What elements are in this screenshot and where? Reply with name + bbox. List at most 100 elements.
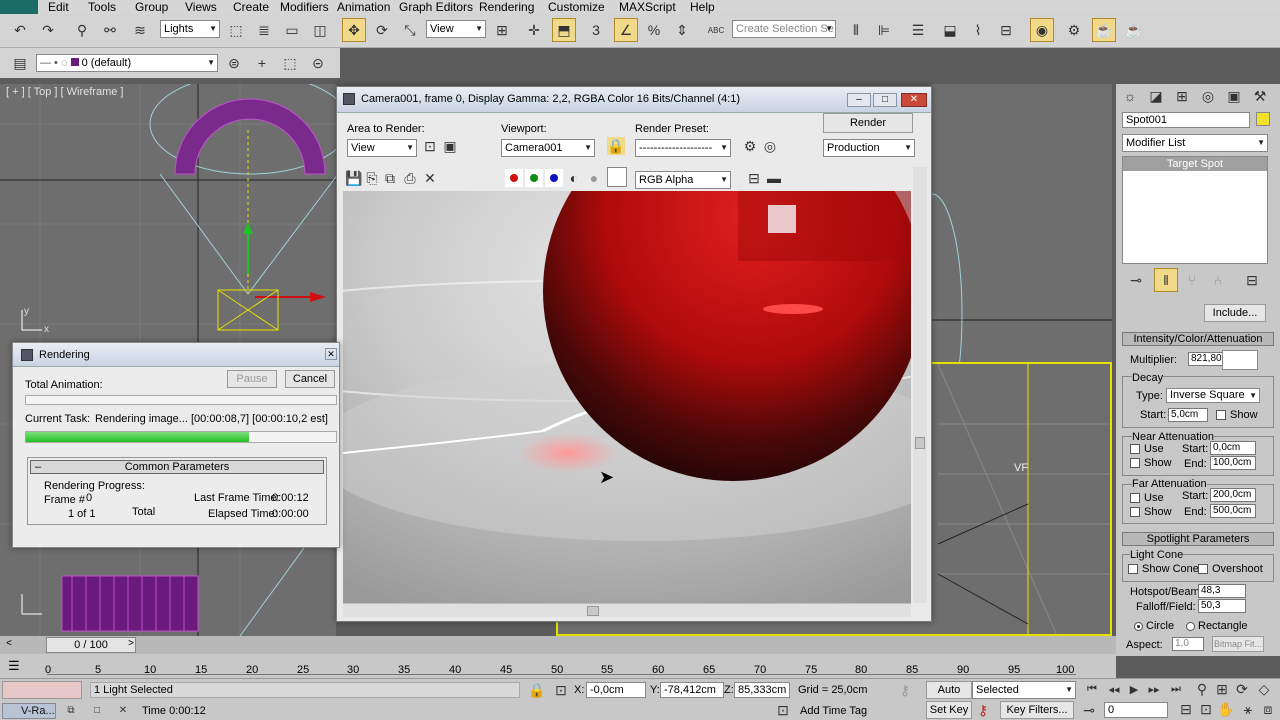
configure-sets-icon[interactable]: ⊟ xyxy=(1240,268,1264,292)
undo-icon[interactable]: ↶ xyxy=(8,18,32,42)
spotlight-rollout-header[interactable]: Spotlight Parameters xyxy=(1122,532,1274,546)
auto-key-button[interactable]: Auto Key xyxy=(926,681,972,712)
hierarchy-tab-icon[interactable]: ⊞ xyxy=(1170,84,1194,108)
horizontal-scroll-thumb[interactable] xyxy=(587,606,599,616)
go-to-end-icon[interactable]: ⏭ xyxy=(1166,679,1186,699)
rotate-icon[interactable]: ⟳ xyxy=(370,18,394,42)
render-button[interactable]: Render xyxy=(823,113,913,133)
area-to-render-dropdown[interactable]: View ▼ xyxy=(347,139,417,157)
far-show-checkbox[interactable]: Show xyxy=(1130,506,1172,518)
include-button[interactable]: Include... xyxy=(1204,304,1266,322)
move-icon[interactable]: ✥ xyxy=(342,18,366,42)
auto-region-icon[interactable]: ▣ xyxy=(441,137,459,155)
ref-coord-dropdown[interactable]: View ▼ xyxy=(426,20,486,38)
lock-selection-icon[interactable]: 🔒 xyxy=(528,681,546,699)
clear-image-icon[interactable]: ✕ xyxy=(421,169,439,187)
menu-edit[interactable]: Edit xyxy=(48,0,69,14)
object-name-field[interactable]: Spot001 xyxy=(1122,112,1250,128)
menu-help[interactable]: Help xyxy=(690,0,715,14)
close-button[interactable]: ✕ xyxy=(901,93,927,107)
link-icon[interactable]: ⚲ xyxy=(70,18,94,42)
green-channel-icon[interactable] xyxy=(525,169,543,187)
make-unique-icon[interactable]: ⑂ xyxy=(1180,268,1204,292)
create-layer-icon[interactable]: + xyxy=(250,51,274,75)
schematic-view-icon[interactable]: ⊟ xyxy=(994,18,1018,42)
horizontal-scrollbar[interactable] xyxy=(343,603,911,617)
menu-rendering[interactable]: Rendering xyxy=(479,0,534,14)
viewport-dropdown[interactable]: Camera001 ▼ xyxy=(501,139,595,157)
monochrome-icon[interactable]: ● xyxy=(585,169,603,187)
select-by-name-icon[interactable]: ≣ xyxy=(252,18,276,42)
vertical-scrollbar[interactable] xyxy=(913,167,927,603)
pin-stack-icon[interactable]: ⊸ xyxy=(1124,268,1148,292)
absolute-mode-icon[interactable]: ⊡ xyxy=(552,681,570,699)
maximize-small-icon[interactable]: □ xyxy=(88,701,106,719)
far-start-field[interactable]: 200,0cm xyxy=(1210,488,1256,502)
render-production-icon[interactable]: ☕ xyxy=(1122,18,1146,42)
menu-maxscript[interactable]: MAXScript xyxy=(619,0,676,14)
selection-filter-dropdown[interactable]: Lights ▼ xyxy=(160,20,220,38)
decay-type-dropdown[interactable]: Inverse Square ▼ xyxy=(1166,388,1260,403)
taskbar-item[interactable]: V-Ra... xyxy=(2,703,56,719)
percent-snap-icon[interactable]: % xyxy=(642,18,666,42)
rendering-close-icon[interactable]: ✕ xyxy=(325,348,337,360)
pan-icon[interactable]: ✋ xyxy=(1216,699,1236,719)
toggle-ui-overlay-icon[interactable]: ⊟ xyxy=(745,169,763,187)
vertical-scroll-thumb[interactable] xyxy=(915,437,925,449)
select-object-icon[interactable]: ⬚ xyxy=(224,18,248,42)
rendered-image[interactable]: ➤ xyxy=(343,191,911,603)
manipulate-icon[interactable]: ✛ xyxy=(522,18,546,42)
rect-selection-icon[interactable]: ▭ xyxy=(280,18,304,42)
maximize-viewport-icon[interactable]: ⧈ xyxy=(1258,699,1278,719)
falloff-field[interactable]: 50,3 xyxy=(1198,599,1246,613)
maxscript-listener-mini[interactable] xyxy=(2,681,82,699)
lock-viewport-icon[interactable]: 🔒 xyxy=(607,137,625,155)
zoom-region-icon[interactable]: ⊡ xyxy=(1196,699,1216,719)
copy-image-icon[interactable]: ⎘ xyxy=(363,169,381,187)
select-layer-icon[interactable]: ⊝ xyxy=(306,51,330,75)
display-tab-icon[interactable]: ▣ xyxy=(1222,84,1246,108)
key-mode-dropdown[interactable]: Selected ▼ xyxy=(972,681,1076,699)
hotspot-field[interactable]: 48,3 xyxy=(1198,584,1246,598)
window-crossing-icon[interactable]: ◫ xyxy=(308,18,332,42)
x-coordinate-field[interactable]: -0,0cm xyxy=(586,682,646,698)
stack-item-target-spot[interactable]: Target Spot xyxy=(1123,157,1267,171)
circle-radio[interactable]: Circle xyxy=(1134,620,1174,632)
z-coordinate-field[interactable]: 85,333cm xyxy=(734,682,790,698)
decay-start-field[interactable]: 5,0cm xyxy=(1168,408,1208,422)
print-image-icon[interactable]: ⎙ xyxy=(401,169,419,187)
decay-show-checkbox[interactable]: Show xyxy=(1216,409,1258,421)
swatch-color[interactable] xyxy=(607,167,627,187)
layer-dropdown[interactable]: — • ◌ 0 (default) ▼ xyxy=(36,54,218,72)
align-icon[interactable]: ⊫ xyxy=(872,18,896,42)
layer-settings-icon[interactable]: ⊜ xyxy=(222,51,246,75)
play-icon[interactable]: ▶ xyxy=(1124,679,1144,699)
keyboard-shortcut-icon[interactable]: ⬒ xyxy=(552,18,576,42)
render-setup-icon[interactable]: ⚙ xyxy=(1062,18,1086,42)
viewport-top-label[interactable]: [ + ] [ Top ] [ Wireframe ] xyxy=(6,86,123,98)
key-mode-toggle-icon[interactable]: ⊸ xyxy=(1080,701,1098,719)
menu-animation[interactable]: Animation xyxy=(337,0,390,14)
aspect-field[interactable]: 1,0 xyxy=(1172,637,1204,651)
add-time-tag[interactable]: Add Time Tag xyxy=(800,705,867,717)
light-color-swatch[interactable] xyxy=(1222,350,1258,370)
modify-tab-icon[interactable]: ◪ xyxy=(1144,84,1168,108)
curve-editor-icon[interactable]: ⌇ xyxy=(966,18,990,42)
rectangle-radio[interactable]: Rectangle xyxy=(1186,620,1248,632)
zoom-icon[interactable]: ⚲ xyxy=(1192,679,1212,699)
minimize-button[interactable]: – xyxy=(847,93,871,107)
edit-named-selection-icon[interactable]: ABC xyxy=(704,18,728,42)
unlink-icon[interactable]: ⚯ xyxy=(98,18,122,42)
mirror-icon[interactable]: ⫴ xyxy=(844,18,868,42)
toggle-ui-icon[interactable]: ▬ xyxy=(765,169,783,187)
y-coordinate-field[interactable]: -78,412cm xyxy=(660,682,724,698)
snap-toggle-icon[interactable]: 3 xyxy=(584,18,608,42)
far-end-field[interactable]: 500,0cm xyxy=(1210,504,1256,518)
overshoot-checkbox[interactable]: Overshoot xyxy=(1198,563,1263,575)
common-parameters-header[interactable]: – Common Parameters xyxy=(30,460,324,474)
scale-icon[interactable]: ⤡ xyxy=(398,18,422,42)
render-setup-small-icon[interactable]: ⚙ xyxy=(741,137,759,155)
material-editor-icon[interactable]: ◉ xyxy=(1030,18,1054,42)
menu-create[interactable]: Create xyxy=(233,0,269,14)
edit-region-icon[interactable]: ⊡ xyxy=(421,137,439,155)
